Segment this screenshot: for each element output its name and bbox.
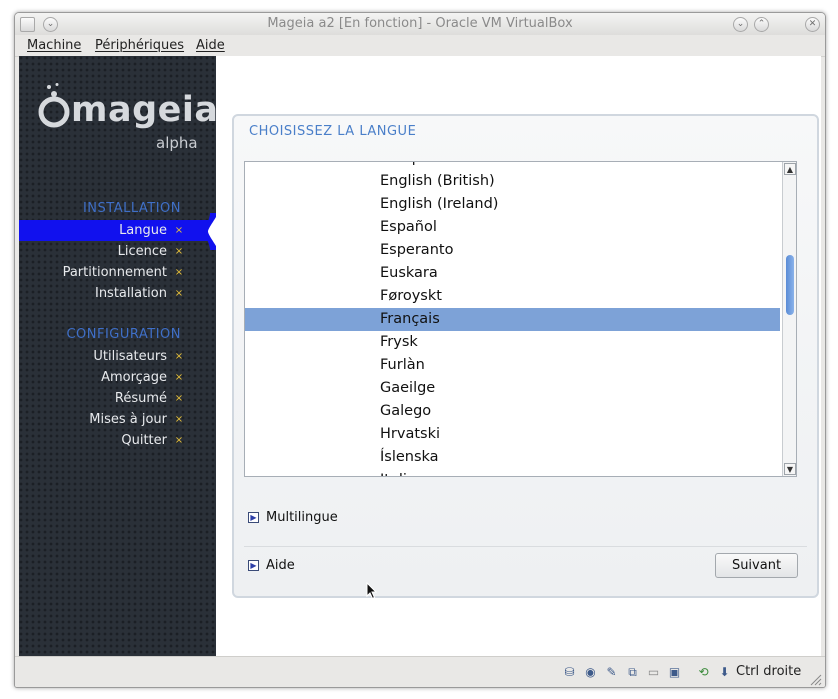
menu-machine[interactable]: Machine: [27, 35, 81, 56]
expand-arrow-icon: ▶: [248, 560, 259, 571]
vm-screen[interactable]: mageia alpha INSTALLATION Langue × Licen…: [19, 56, 821, 656]
virtualbox-window: ⌄ Mageia a2 [En fonction] - Oracle VM Vi…: [14, 12, 826, 688]
sidebar-step-installation: Installation: [94, 286, 167, 301]
language-item[interactable]: Føroyskt: [245, 285, 780, 308]
logo-wordmark: mageia: [71, 90, 219, 130]
language-list[interactable]: Ελληνικά English (British) English (Irel…: [244, 161, 797, 477]
scroll-up-icon[interactable]: ▲: [784, 163, 796, 175]
sidebar-step-resume: Résumé: [114, 391, 167, 406]
next-button[interactable]: Suivant: [715, 553, 798, 578]
sidebar-heading-installation: INSTALLATION: [82, 201, 181, 216]
close-icon[interactable]: ✕: [805, 17, 820, 32]
mageia-logo-icon: [38, 83, 70, 128]
sidebar-step-mises-a-jour: Mises à jour: [89, 412, 167, 427]
virtualization-icon[interactable]: ⟲: [696, 665, 711, 680]
step-status-icon: ×: [174, 288, 184, 299]
step-status-icon: ×: [174, 246, 184, 257]
usb-icon[interactable]: ✎: [604, 665, 619, 680]
display-icon[interactable]: ▣: [667, 665, 682, 680]
title-bar[interactable]: ⌄ Mageia a2 [En fonction] - Oracle VM Vi…: [15, 13, 825, 35]
logo-subtitle: alpha: [156, 134, 198, 152]
language-item[interactable]: Frysk: [245, 331, 780, 354]
expand-arrow-icon: ▶: [248, 512, 259, 523]
maximize-icon[interactable]: ⌃: [754, 17, 769, 32]
window-title: Mageia a2 [En fonction] - Oracle VM Virt…: [267, 16, 573, 31]
optical-disk-icon[interactable]: ◉: [583, 665, 598, 680]
mouse-integration-icon[interactable]: ⬇: [717, 665, 732, 680]
separator: [244, 546, 807, 547]
step-status-icon: ×: [174, 435, 184, 446]
resize-grip-icon[interactable]: [808, 672, 822, 686]
hard-disk-icon[interactable]: ⛁: [562, 665, 577, 680]
minimize-icon[interactable]: ⌄: [733, 17, 748, 32]
sidebar-step-utilisateurs: Utilisateurs: [93, 349, 167, 364]
multilingual-label: Multilingue: [266, 510, 338, 525]
language-item[interactable]: English (British): [245, 170, 780, 193]
menu-bar: Machine Périphériques Aide: [15, 35, 825, 57]
shared-folder-icon[interactable]: ▭: [646, 665, 661, 680]
sidebar-step-langue: Langue: [119, 223, 167, 238]
sidebar-step-amorcage: Amorçage: [101, 370, 167, 385]
step-status-icon: ×: [174, 372, 184, 383]
step-status-icon: ×: [174, 414, 184, 425]
active-step-arrow-icon: [204, 213, 216, 250]
language-item[interactable]: Galego: [245, 400, 780, 423]
language-item[interactable]: English (Ireland): [245, 193, 780, 216]
language-item[interactable]: Esperanto: [245, 239, 780, 262]
language-list-scrollbar[interactable]: ▲ ▼: [782, 162, 796, 476]
panel-title: CHOISISSEZ LA LANGUE: [249, 124, 417, 139]
language-item[interactable]: Euskara: [245, 262, 780, 285]
help-label: Aide: [266, 558, 295, 573]
menu-aide[interactable]: Aide: [196, 35, 225, 56]
language-item[interactable]: Ελληνικά: [245, 162, 780, 170]
language-panel: CHOISISSEZ LA LANGUE Ελληνικά English (B…: [232, 114, 819, 598]
scrollbar-thumb[interactable]: [786, 255, 794, 315]
sidebar-heading-configuration: CONFIGURATION: [66, 327, 181, 342]
status-bar: ⛁ ◉ ✎ ⧉ ▭ ▣ ⟲ ⬇ Ctrl droite: [15, 656, 825, 687]
step-status-icon: ×: [174, 225, 184, 236]
installer-sidebar: mageia alpha INSTALLATION Langue × Licen…: [19, 56, 219, 656]
language-item[interactable]: Furlàn: [245, 354, 780, 377]
language-item[interactable]: Español: [245, 216, 780, 239]
step-status-icon: ×: [174, 351, 184, 362]
menu-peripheriques[interactable]: Périphériques: [95, 35, 184, 56]
host-key-label: Ctrl droite: [736, 664, 802, 679]
sidebar-step-quitter: Quitter: [121, 433, 167, 448]
scroll-down-icon[interactable]: ▼: [784, 463, 796, 475]
sidebar-step-partitionnement: Partitionnement: [62, 265, 167, 280]
language-item-selected[interactable]: Français: [245, 308, 780, 331]
step-status-icon: ×: [174, 267, 184, 278]
mouse-cursor-icon: [366, 582, 378, 600]
network-icon[interactable]: ⧉: [625, 665, 640, 680]
language-item[interactable]: Hrvatski: [245, 423, 780, 446]
language-item[interactable]: Italiano: [245, 469, 780, 476]
language-item[interactable]: Íslenska: [245, 446, 780, 469]
step-status-icon: ×: [174, 393, 184, 404]
language-item[interactable]: Gaeilge: [245, 377, 780, 400]
sidebar-step-licence: Licence: [117, 244, 167, 259]
